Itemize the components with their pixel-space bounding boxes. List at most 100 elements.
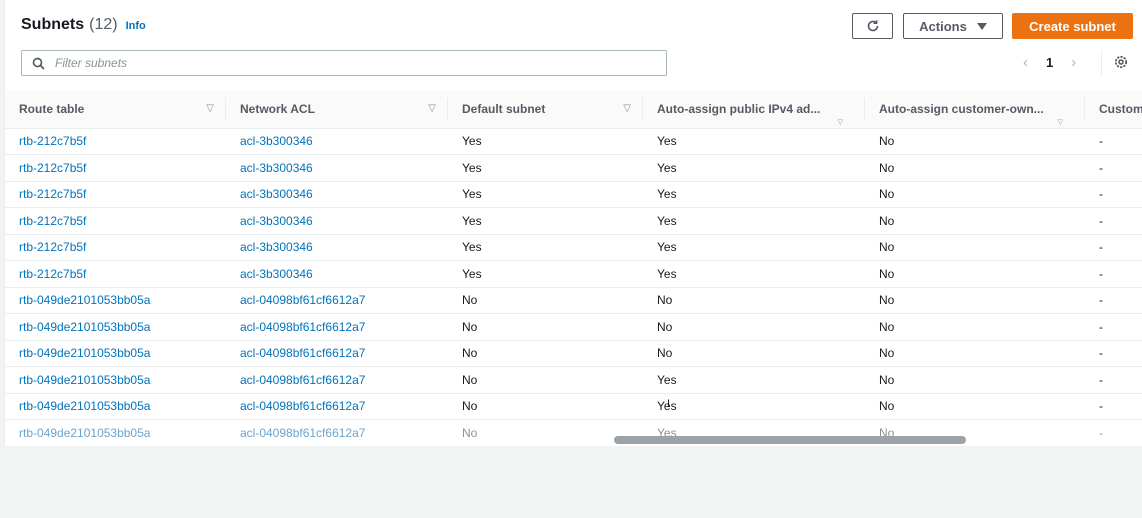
custom-cell: - — [1085, 234, 1142, 261]
auto-assign-ipv4-cell: Yes — [643, 154, 865, 182]
network-acl-link[interactable]: acl-3b300346 — [226, 207, 448, 235]
auto-assign-customer-owned-cell: No — [865, 154, 1085, 182]
sort-icon[interactable]: ▽ — [428, 103, 436, 114]
previous-page-icon[interactable]: ‹ — [1023, 54, 1028, 71]
refresh-icon — [867, 20, 878, 32]
network-acl-link[interactable]: acl-04098bf61cf6612a7 — [226, 366, 448, 394]
filter-subnets-input[interactable] — [53, 55, 637, 71]
table-row[interactable]: rtb-049de2101053bb05a acl-04098bf61cf6612… — [5, 393, 1142, 420]
auto-assign-customer-owned-cell: No — [865, 234, 1085, 261]
route-table-link[interactable]: rtb-212c7b5f — [5, 181, 226, 208]
route-table-link[interactable]: rtb-049de2101053bb05a — [5, 287, 226, 314]
column-header-auto-assign-customer-owned[interactable]: Auto-assign customer-own... ▽ — [865, 90, 1085, 129]
auto-assign-ipv4-cell: Yes — [643, 366, 865, 394]
network-acl-link[interactable]: acl-3b300346 — [226, 234, 448, 261]
column-header-auto-assign-ipv4[interactable]: Auto-assign public IPv4 ad... ▽ — [643, 90, 865, 129]
caret-down-icon — [976, 22, 987, 30]
gear-icon[interactable] — [1113, 54, 1129, 75]
auto-assign-ipv4-cell: Yes — [643, 181, 865, 208]
auto-assign-customer-owned-cell: No — [865, 366, 1085, 394]
table-row[interactable]: rtb-049de2101053bb05a acl-04098bf61cf6612… — [5, 287, 1142, 314]
table-row[interactable]: rtb-049de2101053bb05a acl-04098bf61cf6612… — [5, 313, 1142, 341]
auto-assign-ipv4-cell: No — [643, 287, 865, 314]
table-row[interactable]: rtb-212c7b5f acl-3b300346 Yes Yes No - — [5, 260, 1142, 288]
subnets-table-container[interactable]: Route table ▽ Network ACL ▽ Default subn… — [5, 90, 1142, 437]
sort-icon[interactable]: ▽ — [206, 103, 214, 114]
actions-label: Actions — [919, 18, 967, 34]
route-table-link[interactable]: rtb-212c7b5f — [5, 207, 226, 235]
table-row[interactable]: rtb-049de2101053bb05a acl-04098bf61cf6612… — [5, 419, 1142, 437]
custom-cell: - — [1085, 313, 1142, 341]
route-table-link[interactable]: rtb-212c7b5f — [5, 260, 226, 288]
page-title: Subnets — [21, 16, 85, 33]
create-subnet-button[interactable]: Create subnet — [1012, 13, 1133, 39]
default-subnet-cell: Yes — [448, 154, 643, 182]
route-table-link[interactable]: rtb-049de2101053bb05a — [5, 340, 226, 367]
table-row[interactable]: rtb-049de2101053bb05a acl-04098bf61cf6612… — [5, 366, 1142, 394]
network-acl-link[interactable]: acl-04098bf61cf6612a7 — [226, 340, 448, 367]
custom-cell: - — [1085, 366, 1142, 394]
filter-box[interactable] — [21, 50, 667, 76]
sort-icon[interactable]: ▽ — [1058, 118, 1063, 126]
auto-assign-ipv4-cell: Yes — [643, 128, 865, 155]
route-table-link[interactable]: rtb-049de2101053bb05a — [5, 366, 226, 394]
default-subnet-cell: No — [448, 393, 643, 420]
next-page-icon[interactable]: › — [1071, 54, 1076, 71]
custom-cell: - — [1085, 128, 1142, 155]
info-link[interactable]: Info — [126, 20, 146, 32]
network-acl-link[interactable]: acl-3b300346 — [226, 154, 448, 182]
route-table-link[interactable]: rtb-212c7b5f — [5, 154, 226, 182]
table-row[interactable]: rtb-049de2101053bb05a acl-04098bf61cf6612… — [5, 340, 1142, 367]
text-cursor-icon: I — [667, 398, 671, 410]
custom-cell: - — [1085, 393, 1142, 420]
default-subnet-cell: Yes — [448, 181, 643, 208]
auto-assign-customer-owned-cell: No — [865, 313, 1085, 341]
route-table-link[interactable]: rtb-049de2101053bb05a — [5, 393, 226, 420]
custom-cell: - — [1085, 207, 1142, 235]
table-row[interactable]: rtb-212c7b5f acl-3b300346 Yes Yes No - — [5, 234, 1142, 261]
sort-icon[interactable]: ▽ — [838, 118, 843, 126]
route-table-link[interactable]: rtb-049de2101053bb05a — [5, 313, 226, 341]
auto-assign-ipv4-cell: Yes — [643, 207, 865, 235]
custom-cell: - — [1085, 181, 1142, 208]
default-subnet-cell: Yes — [448, 234, 643, 261]
auto-assign-customer-owned-cell: No — [865, 128, 1085, 155]
horizontal-scrollbar[interactable] — [614, 436, 966, 444]
default-subnet-cell: No — [448, 366, 643, 394]
table-row[interactable]: rtb-212c7b5f acl-3b300346 Yes Yes No - — [5, 154, 1142, 182]
column-header-default-subnet[interactable]: Default subnet ▽ — [448, 90, 643, 129]
actions-button[interactable]: Actions — [903, 13, 1003, 39]
network-acl-link[interactable]: acl-3b300346 — [226, 128, 448, 155]
route-table-link[interactable]: rtb-212c7b5f — [5, 234, 226, 261]
auto-assign-ipv4-cell: No — [643, 340, 865, 367]
network-acl-link[interactable]: acl-04098bf61cf6612a7 — [226, 287, 448, 314]
route-table-link[interactable]: rtb-212c7b5f — [5, 128, 226, 155]
table-row[interactable]: rtb-212c7b5f acl-3b300346 Yes Yes No - — [5, 181, 1142, 208]
network-acl-link[interactable]: acl-3b300346 — [226, 181, 448, 208]
subnet-count: (12) — [89, 16, 118, 33]
auto-assign-customer-owned-cell: No — [865, 393, 1085, 420]
network-acl-link[interactable]: acl-04098bf61cf6612a7 — [226, 313, 448, 341]
auto-assign-ipv4-cell: Yes — [643, 234, 865, 261]
auto-assign-customer-owned-cell: No — [865, 419, 1085, 437]
sort-icon[interactable]: ▽ — [623, 103, 631, 114]
default-subnet-cell: No — [448, 313, 643, 341]
auto-assign-customer-owned-cell: No — [865, 287, 1085, 314]
pagination: ‹ 1 › — [1023, 54, 1076, 71]
network-acl-link[interactable]: acl-04098bf61cf6612a7 — [226, 393, 448, 420]
column-header-custom[interactable]: Custom — [1085, 90, 1142, 129]
auto-assign-customer-owned-cell: No — [865, 340, 1085, 367]
route-table-link[interactable]: rtb-049de2101053bb05a — [5, 419, 226, 437]
column-header-network-acl[interactable]: Network ACL ▽ — [226, 90, 448, 129]
column-header-route-table[interactable]: Route table ▽ — [5, 90, 226, 129]
default-subnet-cell: No — [448, 287, 643, 314]
custom-cell: - — [1085, 419, 1142, 437]
network-acl-link[interactable]: acl-3b300346 — [226, 260, 448, 288]
table-row[interactable]: rtb-212c7b5f acl-3b300346 Yes Yes No - — [5, 207, 1142, 235]
refresh-button[interactable] — [852, 13, 893, 39]
custom-cell: - — [1085, 260, 1142, 288]
current-page[interactable]: 1 — [1046, 55, 1053, 70]
auto-assign-customer-owned-cell: No — [865, 181, 1085, 208]
table-row[interactable]: rtb-212c7b5f acl-3b300346 Yes Yes No - — [5, 128, 1142, 155]
network-acl-link[interactable]: acl-04098bf61cf6612a7 — [226, 419, 448, 437]
